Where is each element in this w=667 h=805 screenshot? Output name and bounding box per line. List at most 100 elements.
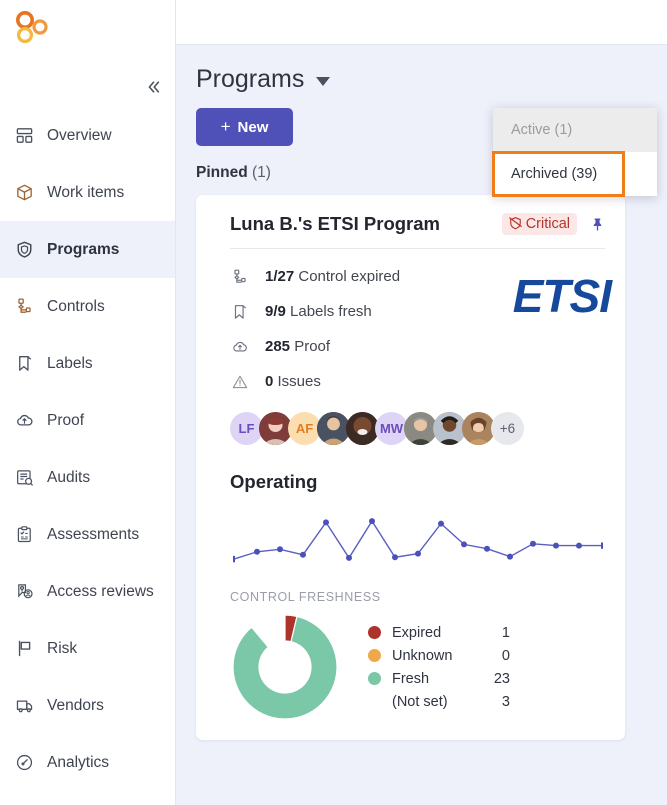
legend-item: Unknown 0 <box>368 644 510 667</box>
legend-item: (Not set) 3 <box>368 690 510 713</box>
card-divider <box>230 248 605 249</box>
legend-label: Unknown <box>392 647 453 664</box>
donut-legend: Expired 1 Unknown 0 Fresh 23 (Not set) 3 <box>368 621 510 713</box>
legend-item: Fresh 23 <box>368 667 510 690</box>
chevron-down-icon[interactable] <box>316 77 331 86</box>
shield-off-icon <box>507 215 524 232</box>
shield-icon <box>14 240 34 260</box>
control-freshness-label: CONTROL FRESHNESS <box>230 590 381 604</box>
sidebar-item-analytics[interactable]: Analytics <box>0 734 175 791</box>
legend-swatch-not-set <box>368 695 381 708</box>
sparkline-svg <box>233 518 603 563</box>
stat-label: Labels fresh <box>290 303 372 320</box>
sidebar-item-controls[interactable]: Controls <box>0 278 175 335</box>
new-button[interactable]: + New <box>196 108 293 146</box>
clipboard-check-icon <box>14 525 34 545</box>
legend-swatch-expired <box>368 626 381 639</box>
audit-search-icon <box>14 468 34 488</box>
new-button-label: New <box>237 118 269 136</box>
stat-label: Control expired <box>298 268 401 285</box>
program-stats: 1/27 Control expired 9/9 Labels fresh 28… <box>230 259 612 399</box>
page-header: Programs <box>196 45 647 94</box>
sidebar-collapse-button[interactable] <box>143 76 165 98</box>
program-card-header: Luna B.'s ETSI Program Critical <box>230 213 605 235</box>
hierarchy-icon <box>230 268 250 286</box>
member-avatars: LF AF MW +6 <box>230 412 605 445</box>
sidebar-nav: Overview Work items Programs Controls La… <box>0 107 175 791</box>
sidebar-item-work-items[interactable]: Work items <box>0 164 175 221</box>
programs-filter-dropdown[interactable]: Active (1) Archived (39) <box>492 108 657 197</box>
legend-value: 3 <box>501 693 510 710</box>
stat-label: Issues <box>277 373 321 390</box>
sidebar-item-proof[interactable]: Proof <box>0 392 175 449</box>
legend-label: Fresh <box>392 670 430 687</box>
app-logo[interactable] <box>12 10 52 46</box>
status-badge-label: Critical <box>525 215 570 232</box>
pin-icon[interactable] <box>590 217 605 232</box>
stat-value: 9/9 <box>265 303 286 320</box>
sidebar-item-programs[interactable]: Programs <box>0 221 175 278</box>
sidebar-item-label: Programs <box>47 240 120 258</box>
avatar-more[interactable]: +6 <box>491 412 524 445</box>
bookmark-icon <box>14 354 34 374</box>
avatar-initials: LF <box>238 421 255 436</box>
cloud-upload-icon <box>14 411 34 431</box>
stat-value: 285 <box>265 338 291 355</box>
control-freshness-chart: Expired 1 Unknown 0 Fresh 23 (Not set) 3 <box>230 612 605 722</box>
dropdown-item-label: Active (1) <box>511 122 573 138</box>
cloud-upload-icon <box>230 338 250 356</box>
donut-svg <box>232 614 338 720</box>
status-badge: Critical <box>501 213 577 235</box>
legend-label: (Not set) <box>392 693 448 710</box>
truck-icon <box>14 696 34 716</box>
sidebar-item-label: Proof <box>47 411 85 429</box>
legend-value: 1 <box>501 624 510 641</box>
avatar-more-label: +6 <box>499 421 516 436</box>
sidebar-item-vendors[interactable]: Vendors <box>0 677 175 734</box>
dashboard-icon <box>14 126 34 146</box>
program-card[interactable]: Luna B.'s ETSI Program Critical 1/27 Con… <box>196 195 625 740</box>
stat-value: 1/27 <box>265 268 295 285</box>
pinned-label: Pinned <box>196 164 248 181</box>
sidebar-item-label: Controls <box>47 297 105 315</box>
sidebar-item-label: Overview <box>47 126 112 144</box>
warning-icon <box>230 373 250 391</box>
bookmark-icon <box>230 303 250 321</box>
app-root: Overview Work items Programs Controls La… <box>0 0 667 805</box>
dropdown-item-label: Archived (39) <box>511 166 598 182</box>
sidebar-item-label: Risk <box>47 639 78 657</box>
sidebar-item-audits[interactable]: Audits <box>0 449 175 506</box>
legend-swatch-unknown <box>368 649 381 662</box>
sidebar-item-label: Vendors <box>47 696 104 714</box>
stat-label: Proof <box>294 338 331 355</box>
legend-value: 0 <box>501 647 510 664</box>
sidebar-item-assessments[interactable]: Assessments <box>0 506 175 563</box>
legend-swatch-fresh <box>368 672 381 685</box>
sidebar-item-label: Assessments <box>47 525 140 543</box>
sidebar-item-label: Analytics <box>47 753 110 771</box>
stat-row: 0 Issues <box>230 364 605 399</box>
sidebar-item-risk[interactable]: Risk <box>0 620 175 677</box>
package-icon <box>14 183 34 203</box>
sidebar-item-label: Access reviews <box>47 582 154 600</box>
program-title: Luna B.'s ETSI Program <box>230 213 440 234</box>
sidebar-item-overview[interactable]: Overview <box>0 107 175 164</box>
legend-value: 23 <box>493 670 510 687</box>
stat-value: 0 <box>265 373 274 390</box>
main-area: Programs + New Pinned (1) Luna B.'s ETSI… <box>176 0 667 805</box>
sidebar-item-access-reviews[interactable]: Access reviews <box>0 563 175 620</box>
dropdown-item-active[interactable]: Active (1) <box>493 108 657 152</box>
key-user-icon <box>14 582 34 602</box>
legend-item: Expired 1 <box>368 621 510 644</box>
flag-icon <box>14 639 34 659</box>
sidebar-item-label: Labels <box>47 354 93 372</box>
plus-icon: + <box>220 117 231 136</box>
pinned-count: (1) <box>251 164 271 181</box>
avatar-initials: MW <box>379 421 404 436</box>
dropdown-item-archived[interactable]: Archived (39) <box>492 151 625 197</box>
sidebar-item-label: Work items <box>47 183 125 201</box>
top-bar <box>176 0 667 45</box>
operating-title: Operating <box>230 471 318 492</box>
etsi-logo: ETSI <box>512 270 612 322</box>
sidebar-item-labels[interactable]: Labels <box>0 335 175 392</box>
